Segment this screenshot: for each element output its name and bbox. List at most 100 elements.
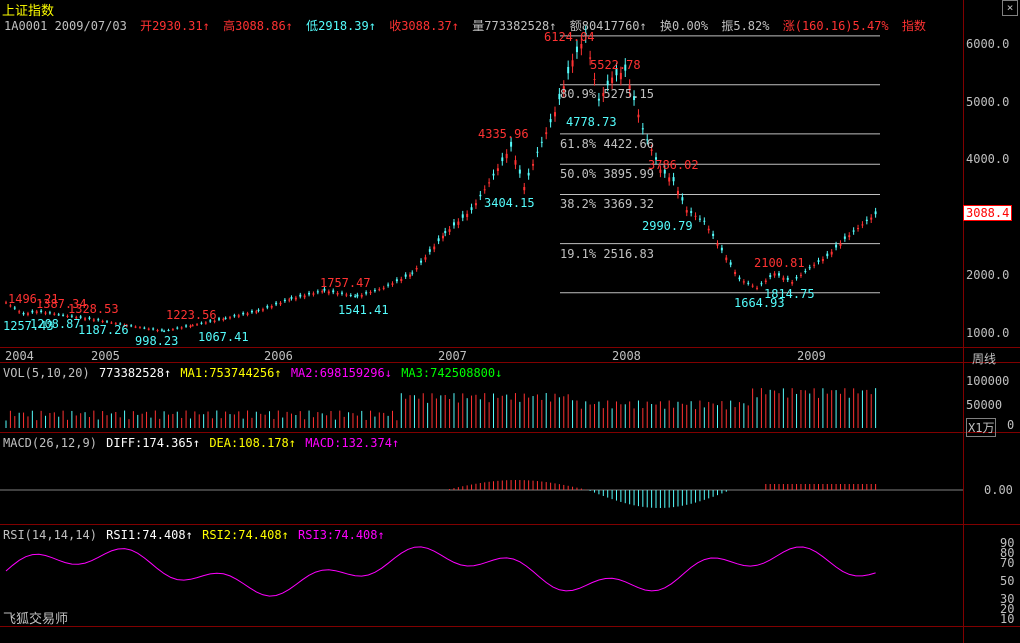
candle-body bbox=[176, 327, 179, 329]
candle-body bbox=[567, 66, 570, 74]
period-label[interactable]: 周线 bbox=[972, 350, 996, 367]
candle-body bbox=[218, 318, 221, 320]
candle-body bbox=[257, 309, 260, 311]
ann-3786: 3786.02 bbox=[648, 158, 699, 172]
candle-body bbox=[266, 306, 269, 308]
vol-axis-100000: 100000 bbox=[966, 374, 1010, 388]
candle-body bbox=[84, 318, 87, 320]
candle-body bbox=[242, 312, 245, 315]
right-axis-separator bbox=[963, 0, 964, 643]
candle-body bbox=[690, 211, 693, 213]
candle-body bbox=[514, 160, 517, 165]
ann-1187: 1187.26 bbox=[78, 323, 129, 337]
candle-body bbox=[250, 310, 253, 313]
candle-body bbox=[360, 295, 363, 297]
candle-body bbox=[332, 290, 335, 293]
candle-body bbox=[191, 325, 194, 327]
candle-body bbox=[593, 79, 596, 81]
candle-body bbox=[433, 246, 436, 250]
candle-body bbox=[725, 257, 728, 261]
candle-body bbox=[747, 282, 750, 284]
rsi2-value: RSI2:74.408↑ bbox=[202, 528, 289, 542]
candle-body bbox=[510, 141, 513, 147]
candle-body bbox=[479, 194, 482, 197]
candle-body bbox=[668, 177, 671, 182]
candle-body bbox=[685, 210, 688, 213]
candle-body bbox=[204, 322, 207, 324]
rsi1-value: RSI1:74.408↑ bbox=[106, 528, 193, 542]
candle-body bbox=[233, 315, 236, 317]
ann-1223: 1223.56 bbox=[166, 308, 217, 322]
vol-ma3: MA3:742508800↓ bbox=[401, 366, 503, 380]
macd-macd: MACD:132.374↑ bbox=[305, 436, 400, 450]
price-axis-6000: 6000.0 bbox=[966, 37, 1010, 51]
candle-body bbox=[835, 244, 838, 248]
candle-body bbox=[312, 293, 315, 295]
candle-body bbox=[461, 214, 464, 218]
macd-header[interactable]: MACD(26,12,9) DIFF:174.365↑ DEA:108.178↑… bbox=[3, 436, 401, 450]
ann-2100: 2100.81 bbox=[754, 256, 805, 270]
candle-body bbox=[222, 318, 225, 321]
candle-body bbox=[826, 253, 829, 257]
macd-dea: DEA:108.178↑ bbox=[209, 436, 297, 450]
candle-body bbox=[496, 168, 499, 172]
candle-body bbox=[483, 189, 486, 191]
price-axis-4000: 4000.0 bbox=[966, 152, 1010, 166]
candle-body bbox=[134, 326, 137, 328]
candle-body bbox=[712, 233, 715, 236]
vol-header[interactable]: VOL(5,10,20) 773382528↑ MA1:753744256↑ M… bbox=[3, 366, 504, 380]
rsi-header[interactable]: RSI(14,14,14) RSI1:74.408↑ RSI2:74.408↑ … bbox=[3, 528, 387, 542]
candle-body bbox=[813, 264, 816, 266]
ann-3404: 3404.15 bbox=[484, 196, 535, 210]
candle-body bbox=[354, 295, 357, 297]
candle-body bbox=[373, 290, 376, 292]
candle-body bbox=[303, 295, 306, 298]
candle-body bbox=[694, 215, 697, 217]
candle-body bbox=[88, 317, 91, 319]
candle-body bbox=[48, 312, 51, 314]
candle-body bbox=[316, 291, 319, 293]
vol-axis-50000: 50000 bbox=[966, 398, 1003, 412]
candle-body bbox=[167, 329, 170, 331]
candle-body bbox=[540, 141, 543, 143]
fib-382: 38.2% 3369.32 bbox=[560, 197, 654, 211]
candle-body bbox=[290, 297, 293, 299]
candle-body bbox=[707, 228, 710, 231]
candle-body bbox=[130, 325, 133, 327]
vol-name: VOL(5,10,20) bbox=[3, 366, 90, 380]
ann-1328: 1328.53 bbox=[68, 302, 119, 316]
candle-body bbox=[545, 132, 548, 135]
candle-body bbox=[861, 224, 864, 226]
candle-body bbox=[681, 197, 684, 201]
candle-body bbox=[641, 128, 644, 130]
last-price-tag: 3088.4 bbox=[963, 205, 1013, 221]
ann-4778: 4778.73 bbox=[566, 115, 617, 129]
candle-body bbox=[5, 302, 7, 304]
ann-1067: 1067.41 bbox=[198, 330, 249, 344]
close-button[interactable]: × bbox=[1002, 0, 1018, 16]
candle-body bbox=[751, 285, 754, 287]
candle-body bbox=[288, 299, 291, 301]
candle-body bbox=[505, 153, 508, 159]
ann-2990: 2990.79 bbox=[642, 219, 693, 233]
candle-body bbox=[523, 187, 526, 191]
candle-body bbox=[101, 321, 104, 323]
candle-body bbox=[400, 278, 403, 282]
fib-809: 80.9% 5275.15 bbox=[560, 87, 654, 101]
candle-body bbox=[488, 182, 491, 184]
candle-body bbox=[18, 311, 21, 313]
candle-body bbox=[821, 259, 824, 262]
rsi-line bbox=[5, 546, 876, 597]
macd-axis-zero: 0.00 bbox=[984, 483, 1013, 497]
rsi-axis-10: 10 bbox=[1000, 612, 1015, 626]
vol-unit: X1万 bbox=[966, 418, 997, 437]
candle-body bbox=[734, 271, 737, 275]
rsi-axis-70: 70 bbox=[1000, 556, 1015, 570]
candle-body bbox=[270, 306, 273, 308]
candle-body bbox=[782, 277, 785, 280]
fib-618: 61.8% 4422.66 bbox=[560, 137, 654, 151]
candle-body bbox=[261, 309, 264, 311]
candle-body bbox=[224, 317, 227, 319]
candle-body bbox=[756, 287, 759, 289]
candle-body bbox=[294, 297, 297, 300]
